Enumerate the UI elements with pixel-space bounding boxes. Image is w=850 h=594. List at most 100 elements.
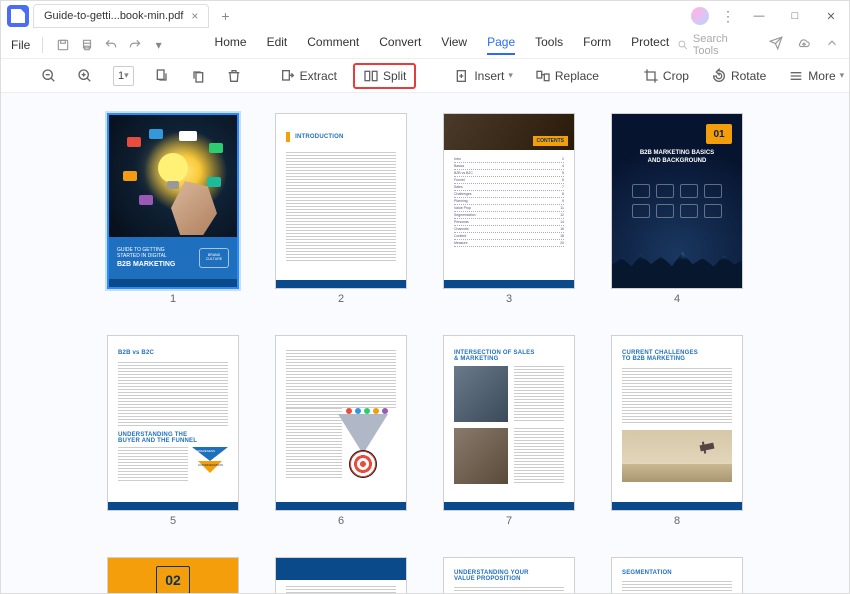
page-thumb-11[interactable]: UNDERSTANDING YOUR VALUE PROPOSITION	[443, 557, 575, 593]
thumb-label: 4	[674, 293, 680, 305]
page-thumb-7[interactable]: INTERSECTION OF SALES & MARKETING	[443, 335, 575, 511]
thumbnail-grid: ◧ ◨ 🗑 GUIDE TO GETTIN	[51, 113, 799, 593]
page-thumb-3[interactable]: CONTENTS Intro2 Basics4 B2B vs B2C5 Funn…	[443, 113, 575, 289]
add-tab-button[interactable]: +	[213, 8, 237, 24]
minimize-button[interactable]: —	[747, 10, 771, 22]
p3-title: CONTENTS	[533, 136, 569, 146]
menu-page[interactable]: Page	[487, 35, 515, 55]
p7-title2: & MARKETING	[454, 356, 564, 362]
thumb-label: 7	[506, 515, 512, 527]
menu-edit[interactable]: Edit	[267, 35, 288, 55]
p4-line1: B2B MARKETING BASICS	[612, 150, 742, 158]
replace-icon	[535, 68, 551, 84]
extract-label: Extract	[300, 69, 337, 83]
search-tools[interactable]: Search Tools	[677, 33, 755, 57]
file-menu[interactable]: File	[11, 38, 30, 52]
user-avatar-icon[interactable]	[691, 7, 709, 25]
page-dropdown-icon[interactable]: ▾	[124, 70, 129, 81]
expand-icon[interactable]	[825, 36, 839, 53]
zoom-in-icon[interactable]	[77, 67, 93, 85]
cover-line3: B2B MARKETING	[117, 260, 175, 269]
undo-icon[interactable]	[103, 37, 119, 53]
print-icon[interactable]	[79, 37, 95, 53]
page-thumb-1[interactable]: ◧ ◨ 🗑 GUIDE TO GETTIN	[107, 113, 239, 289]
replace-button[interactable]: Replace	[529, 66, 605, 86]
page-thumb-9[interactable]: 02 PLANNING	[107, 557, 239, 593]
dropdown-icon[interactable]: ▾	[151, 37, 167, 53]
menu-home[interactable]: Home	[215, 35, 247, 55]
thumb-label: 5	[170, 515, 176, 527]
search-icon	[677, 39, 689, 51]
p2-title: INTRODUCTION	[295, 134, 343, 140]
crop-button[interactable]: Crop	[637, 66, 695, 86]
page-toolbar: 1 ▾ Extract Split Insert ▾ Replace Crop …	[1, 59, 849, 93]
split-icon	[363, 68, 379, 84]
menu-bar: File ▾ Home Edit Comment Convert View Pa…	[1, 31, 849, 59]
cover-line2: STARTED IN DIGITAL	[117, 253, 175, 260]
insert-button[interactable]: Insert ▾	[448, 66, 519, 86]
menu-tools[interactable]: Tools	[535, 35, 563, 55]
replace-label: Replace	[555, 69, 599, 83]
insert-label: Insert	[474, 69, 504, 83]
zoom-out-icon[interactable]	[41, 67, 57, 85]
insert-icon	[454, 68, 470, 84]
cloud-icon[interactable]	[797, 36, 811, 53]
menu-view[interactable]: View	[441, 35, 467, 55]
page-thumb-5[interactable]: B2B vs B2C UNDERSTANDING THE BUYER AND T…	[107, 335, 239, 511]
menu-protect[interactable]: Protect	[631, 35, 669, 55]
rotate-icon	[711, 68, 727, 84]
extract-button[interactable]: Extract	[274, 66, 343, 86]
p5-title1: B2B vs B2C	[118, 350, 228, 356]
page-thumb-4[interactable]: 01 B2B MARKETING BASICS AND BACKGROUND	[611, 113, 743, 289]
menu-form[interactable]: Form	[583, 35, 611, 55]
p4-number: 01	[706, 124, 732, 144]
app-logo-icon	[7, 5, 29, 27]
p11-title2: VALUE PROPOSITION	[454, 576, 564, 582]
more-label: More	[808, 69, 835, 83]
insert-page-before-icon[interactable]	[154, 67, 170, 85]
p9-number: 02	[156, 566, 190, 594]
p8-title2: TO B2B MARKETING	[622, 356, 732, 362]
chevron-down-icon: ▾	[840, 70, 845, 81]
split-label: Split	[383, 69, 406, 83]
page-thumb-12[interactable]: SEGMENTATION	[611, 557, 743, 593]
thumb-label: 3	[506, 293, 512, 305]
brand-logo: BRAND CULTURE	[199, 248, 229, 268]
p4-line2: AND BACKGROUND	[612, 158, 742, 166]
page-thumb-6[interactable]	[275, 335, 407, 511]
title-right-controls: ⋮ — □ ✕	[691, 7, 843, 25]
menu-comment[interactable]: Comment	[307, 35, 359, 55]
close-window-button[interactable]: ✕	[819, 10, 843, 23]
split-button[interactable]: Split	[353, 63, 416, 89]
page-number-input[interactable]: 1 ▾	[113, 66, 134, 86]
save-icon[interactable]	[55, 37, 71, 53]
thumb-label: 1	[170, 293, 176, 305]
thumb-label: 2	[338, 293, 344, 305]
more-icon	[788, 68, 804, 84]
extract-icon	[280, 68, 296, 84]
redo-icon[interactable]	[127, 37, 143, 53]
thumb-label: 8	[674, 515, 680, 527]
menu-convert[interactable]: Convert	[379, 35, 421, 55]
chevron-down-icon: ▾	[508, 70, 513, 81]
close-tab-icon[interactable]: ×	[191, 9, 198, 23]
p12-title: SEGMENTATION	[622, 570, 732, 576]
page-thumb-2[interactable]: INTRODUCTION	[275, 113, 407, 289]
p5-title3: BUYER AND THE FUNNEL	[118, 438, 228, 444]
document-tab[interactable]: Guide-to-getti...book-min.pdf ×	[33, 4, 209, 28]
thumbnail-panel: ◧ ◨ 🗑 GUIDE TO GETTIN	[1, 93, 849, 593]
rotate-button[interactable]: Rotate	[705, 66, 772, 86]
crop-label: Crop	[663, 69, 689, 83]
send-icon[interactable]	[769, 36, 783, 53]
page-thumb-8[interactable]: CURRENT CHALLENGES TO B2B MARKETING	[611, 335, 743, 511]
document-tab-title: Guide-to-getti...book-min.pdf	[44, 10, 183, 22]
page-thumb-10[interactable]	[275, 557, 407, 593]
delete-page-icon[interactable]	[226, 67, 242, 85]
thumb-label: 6	[338, 515, 344, 527]
insert-page-after-icon[interactable]	[190, 67, 206, 85]
main-menu: Home Edit Comment Convert View Page Tool…	[215, 35, 670, 55]
more-button[interactable]: More ▾	[782, 66, 850, 86]
more-menu-icon[interactable]: ⋮	[721, 8, 735, 25]
maximize-button[interactable]: □	[783, 10, 807, 22]
search-placeholder: Search Tools	[693, 33, 755, 57]
